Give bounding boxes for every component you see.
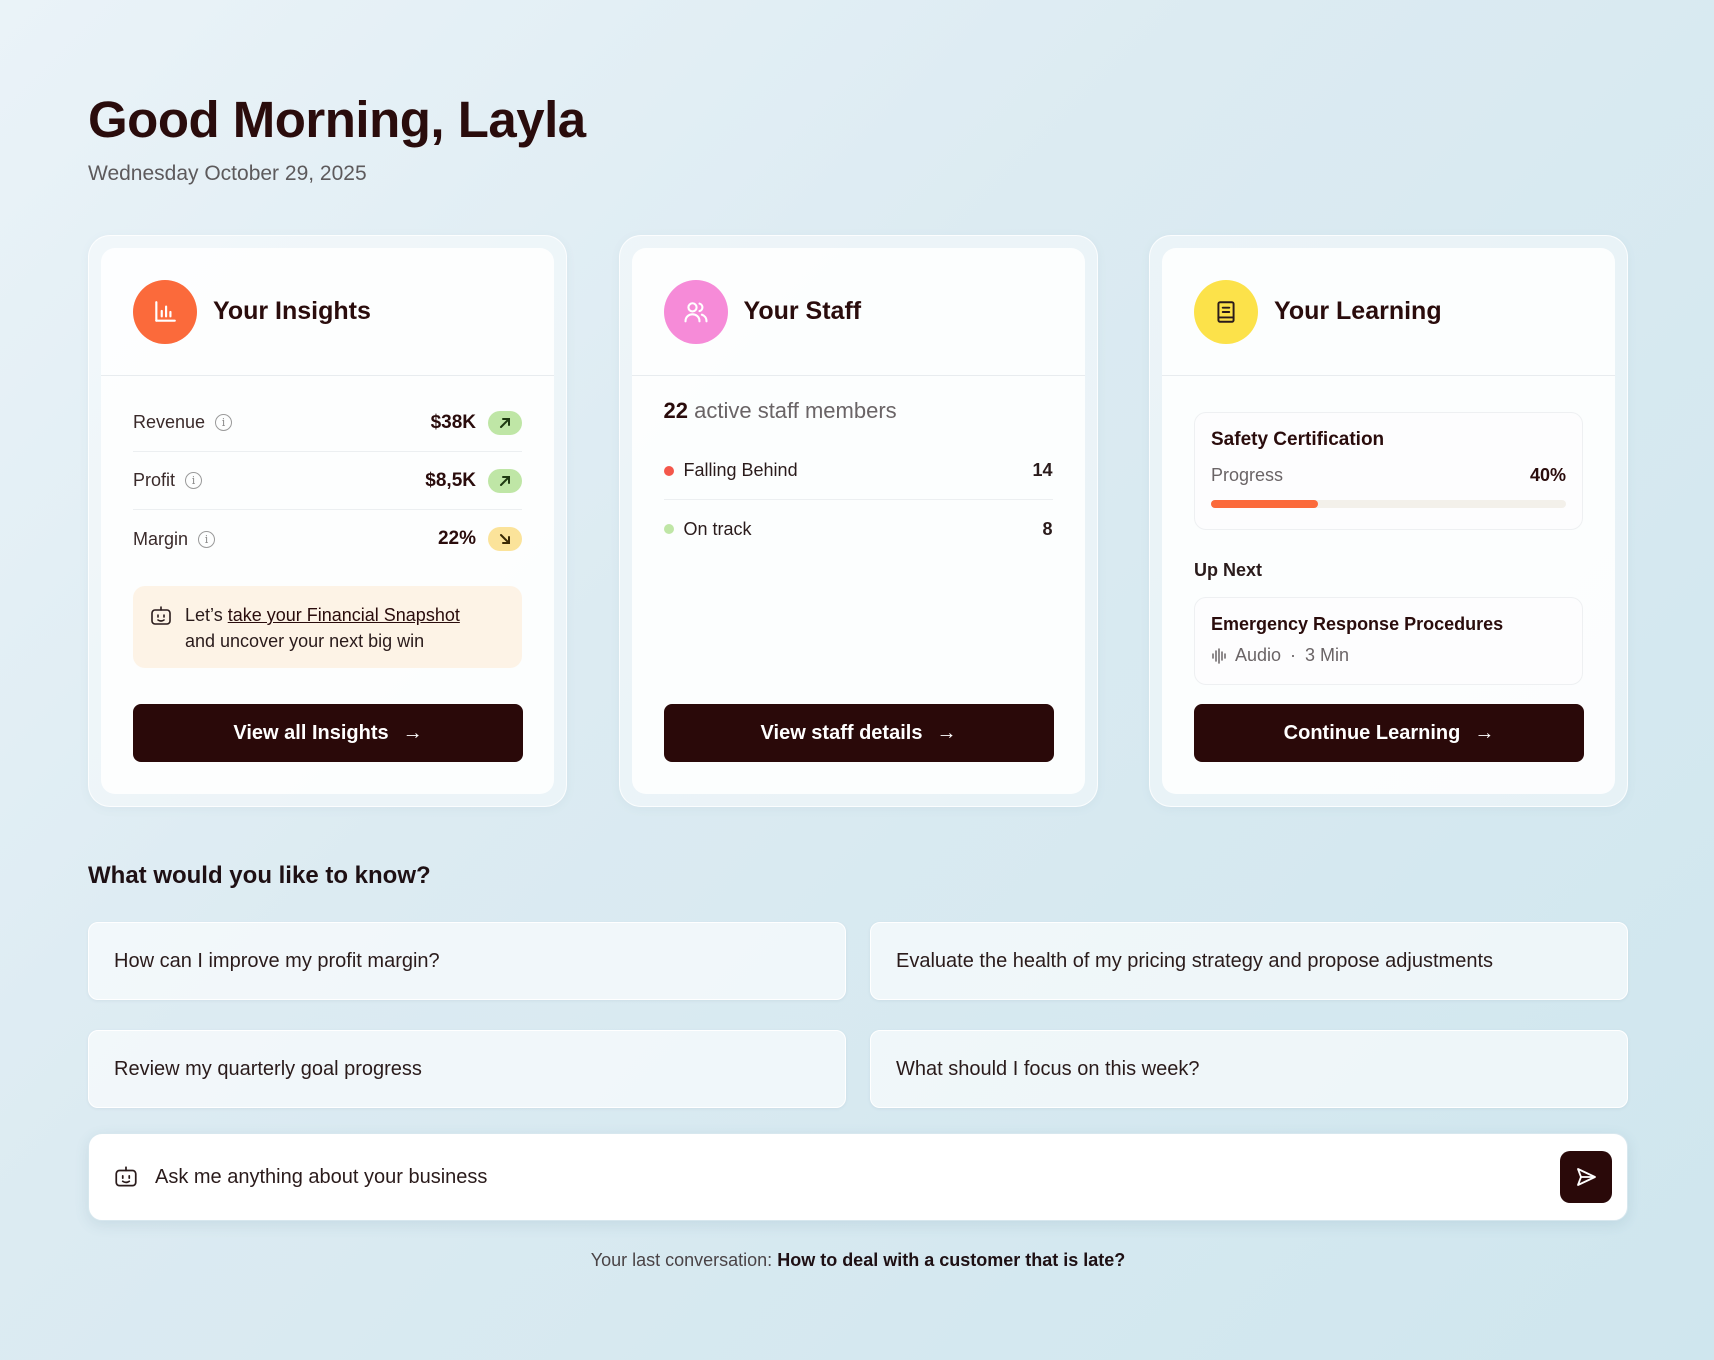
financial-snapshot-link[interactable]: take your Financial Snapshot	[228, 605, 460, 625]
learning-card-title: Your Learning	[1274, 297, 1442, 325]
view-staff-details-button[interactable]: View staff details →	[663, 704, 1054, 762]
chat-input[interactable]	[155, 1165, 1560, 1189]
greeting-title: Good Morning, Layla	[88, 91, 586, 148]
last-conversation-link[interactable]: How to deal with a customer that is late…	[777, 1250, 1125, 1270]
next-course-title: Emergency Response Procedures	[1211, 614, 1504, 634]
next-course-meta: Audio · 3 Min	[1211, 645, 1566, 666]
learning-card-header: Your Learning	[1162, 248, 1615, 376]
metric-row-revenue: Revenue i $38K	[133, 394, 522, 452]
metric-value: 22%	[437, 528, 476, 549]
arrow-right-icon: →	[936, 721, 957, 744]
ask-section-title: What would you like to know?	[88, 862, 431, 889]
trend-up-icon	[488, 468, 522, 493]
suggested-questions: How can I improve my profit margin? Eval…	[88, 922, 1628, 1108]
metric-row-margin: Margin i 22%	[133, 510, 522, 568]
bar-chart-icon	[133, 279, 197, 344]
send-button[interactable]	[1560, 1151, 1612, 1203]
metric-row-profit: Profit i $8,5K	[133, 452, 522, 510]
financial-snapshot-banner: Let’s take your Financial Snapshot and u…	[133, 586, 522, 668]
course-title: Safety Certification	[1211, 429, 1385, 450]
metric-label: Margin	[133, 528, 189, 549]
staff-card-title: Your Staff	[743, 297, 862, 325]
metric-label: Revenue	[133, 412, 206, 432]
staff-status-count: 8	[1042, 518, 1053, 539]
staff-card: Your Staff 22 active staff members Falli…	[618, 235, 1098, 807]
staff-status-count: 14	[1032, 460, 1053, 480]
snapshot-text: Let’s take your Financial Snapshot and u…	[185, 605, 460, 651]
current-date: Wednesday October 29, 2025	[88, 162, 367, 185]
learning-card: Your Learning Safety Certification Progr…	[1149, 235, 1628, 807]
metric-value: $38K	[430, 411, 476, 433]
trend-up-icon	[488, 410, 522, 435]
info-icon[interactable]: i	[198, 530, 216, 548]
assistant-bot-icon	[113, 1164, 139, 1190]
users-icon	[663, 279, 728, 344]
info-icon[interactable]: i	[185, 472, 203, 489]
staff-row-falling-behind[interactable]: Falling Behind 14	[663, 442, 1053, 500]
view-all-insights-button[interactable]: View all Insights →	[133, 704, 523, 762]
staff-status-list: Falling Behind 14 On track 8	[663, 442, 1053, 558]
arrow-right-icon: →	[1474, 721, 1495, 744]
last-conversation: Your last conversation: How to deal with…	[590, 1250, 1126, 1270]
metrics-list: Revenue i $38K Profit i $8,5K Margin i 2…	[133, 394, 522, 568]
send-icon	[1577, 1168, 1596, 1186]
status-dot-red	[663, 465, 674, 476]
staff-status-label: On track	[683, 518, 752, 539]
dashboard-page: Good Morning, Layla Wednesday October 29…	[88, 91, 1628, 1270]
summary-cards: Your Insights Revenue i $38K Profit i $8…	[88, 235, 1628, 807]
book-icon	[1194, 279, 1258, 344]
audio-waveform-icon	[1211, 647, 1229, 665]
chat-bar	[88, 1133, 1628, 1221]
suggestion-chip[interactable]: Evaluate the health of my pricing strate…	[870, 922, 1628, 1000]
course-progress-bar	[1211, 500, 1566, 508]
assistant-bot-icon	[149, 604, 173, 652]
staff-status-label: Falling Behind	[683, 460, 798, 480]
status-dot-green	[663, 524, 674, 534]
metric-label: Profit	[133, 470, 176, 490]
trend-down-icon	[488, 527, 522, 551]
insights-card-title: Your Insights	[213, 297, 371, 325]
course-progress-percent: 40%	[1529, 465, 1566, 485]
suggestion-chip[interactable]: Review my quarterly goal progress	[88, 1030, 846, 1108]
staff-card-header: Your Staff	[631, 248, 1085, 376]
insights-card-header: Your Insights	[101, 248, 554, 376]
continue-learning-button[interactable]: Continue Learning →	[1194, 704, 1584, 762]
suggestion-chip[interactable]: How can I improve my profit margin?	[88, 922, 846, 1000]
course-progress-fill	[1211, 500, 1318, 508]
suggestion-chip[interactable]: What should I focus on this week?	[870, 1030, 1628, 1108]
current-course-card[interactable]: Safety Certification Progress 40%	[1194, 412, 1583, 530]
course-progress-line: Progress 40%	[1211, 465, 1566, 485]
info-icon[interactable]: i	[215, 414, 233, 431]
up-next-course-card[interactable]: Emergency Response Procedures Audio · 3 …	[1194, 597, 1583, 685]
active-staff-count: 22 active staff members	[663, 398, 897, 423]
insights-card: Your Insights Revenue i $38K Profit i $8…	[88, 235, 567, 807]
staff-row-on-track[interactable]: On track 8	[663, 500, 1053, 558]
metric-value: $8,5K	[425, 469, 476, 491]
arrow-right-icon: →	[402, 721, 423, 744]
up-next-label: Up Next	[1194, 560, 1263, 580]
